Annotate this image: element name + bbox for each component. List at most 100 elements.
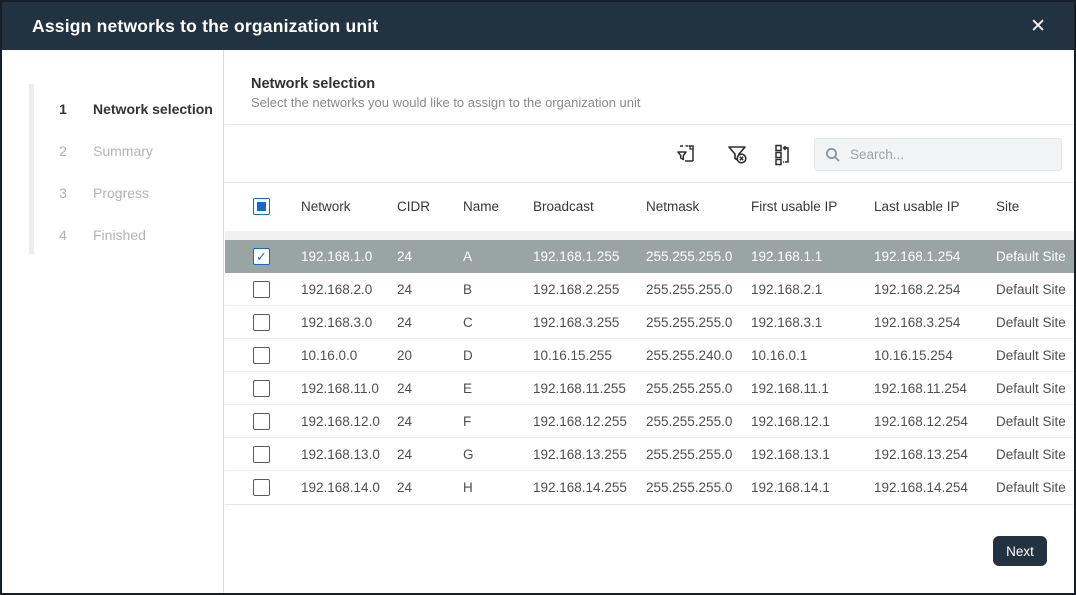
- cell-name: E: [463, 381, 533, 396]
- cell-cidr: 24: [397, 315, 463, 330]
- step-progress[interactable]: 3 Progress: [57, 182, 149, 204]
- cell-site: Default Site: [996, 480, 1074, 495]
- cell-site: Default Site: [996, 414, 1074, 429]
- column-header-first-usable-ip[interactable]: First usable IP: [751, 199, 874, 214]
- row-checkbox[interactable]: [253, 380, 270, 397]
- wizard-page-content: Network selection Select the networks yo…: [225, 50, 1074, 593]
- step-progress-track: [29, 84, 34, 254]
- cell-broadcast: 192.168.13.255: [533, 447, 646, 462]
- cell-site: Default Site: [996, 315, 1074, 330]
- cell-network: 192.168.1.0: [301, 249, 397, 264]
- cell-cidr: 24: [397, 447, 463, 462]
- page-subtitle: Select the networks you would like to as…: [251, 95, 1074, 110]
- step-number: 2: [57, 140, 69, 162]
- search-field: [814, 138, 1062, 171]
- divider: [225, 504, 1074, 505]
- column-header-network[interactable]: Network: [301, 199, 397, 214]
- table-row[interactable]: 192.168.14.0 24 H 192.168.14.255 255.255…: [225, 471, 1074, 504]
- cell-name: C: [463, 315, 533, 330]
- cell-name: A: [463, 249, 533, 264]
- row-checkbox[interactable]: [253, 347, 270, 364]
- cell-cidr: 24: [397, 249, 463, 264]
- row-checkbox[interactable]: [253, 281, 270, 298]
- search-icon: [825, 147, 841, 163]
- step-finished[interactable]: 4 Finished: [57, 224, 146, 246]
- cell-first-usable-ip: 192.168.12.1: [751, 414, 874, 429]
- step-number: 1: [57, 98, 69, 120]
- cell-name: F: [463, 414, 533, 429]
- table-row[interactable]: 192.168.12.0 24 F 192.168.12.255 255.255…: [225, 405, 1074, 438]
- cell-network: 192.168.11.0: [301, 381, 397, 396]
- cell-cidr: 20: [397, 348, 463, 363]
- clear-filter-icon[interactable]: [722, 139, 752, 169]
- row-checkbox[interactable]: [253, 248, 270, 265]
- cell-last-usable-ip: 192.168.2.254: [874, 282, 996, 297]
- step-number: 4: [57, 224, 69, 246]
- filter-document-icon[interactable]: [671, 139, 701, 169]
- cell-first-usable-ip: 192.168.14.1: [751, 480, 874, 495]
- cell-last-usable-ip: 192.168.1.254: [874, 249, 996, 264]
- cell-netmask: 255.255.255.0: [646, 315, 751, 330]
- cell-last-usable-ip: 192.168.11.254: [874, 381, 996, 396]
- row-checkbox[interactable]: [253, 446, 270, 463]
- column-header-last-usable-ip[interactable]: Last usable IP: [874, 199, 996, 214]
- cell-broadcast: 192.168.11.255: [533, 381, 646, 396]
- table-row[interactable]: 192.168.1.0 24 A 192.168.1.255 255.255.2…: [225, 240, 1074, 273]
- table-row[interactable]: 192.168.2.0 24 B 192.168.2.255 255.255.2…: [225, 273, 1074, 306]
- table-row[interactable]: 10.16.0.0 20 D 10.16.15.255 255.255.240.…: [225, 339, 1074, 372]
- cell-name: G: [463, 447, 533, 462]
- step-summary[interactable]: 2 Summary: [57, 140, 153, 162]
- page-title: Network selection: [251, 76, 1074, 92]
- step-label: Progress: [93, 182, 149, 204]
- cell-netmask: 255.255.255.0: [646, 447, 751, 462]
- cell-last-usable-ip: 192.168.3.254: [874, 315, 996, 330]
- networks-table: Network CIDR Name Broadcast Netmask Firs…: [225, 182, 1074, 505]
- cell-network: 192.168.12.0: [301, 414, 397, 429]
- column-header-cidr[interactable]: CIDR: [397, 199, 463, 214]
- cell-network: 10.16.0.0: [301, 348, 397, 363]
- row-checkbox[interactable]: [253, 413, 270, 430]
- cell-netmask: 255.255.255.0: [646, 381, 751, 396]
- cell-first-usable-ip: 192.168.3.1: [751, 315, 874, 330]
- dialog-titlebar: Assign networks to the organization unit…: [2, 2, 1074, 50]
- cell-broadcast: 192.168.14.255: [533, 480, 646, 495]
- cell-netmask: 255.255.255.0: [646, 480, 751, 495]
- cell-site: Default Site: [996, 348, 1074, 363]
- column-header-broadcast[interactable]: Broadcast: [533, 199, 646, 214]
- step-label: Finished: [93, 224, 146, 246]
- row-checkbox[interactable]: [253, 479, 270, 496]
- table-row[interactable]: 192.168.13.0 24 G 192.168.13.255 255.255…: [225, 438, 1074, 471]
- search-input[interactable]: [850, 147, 1051, 162]
- cell-cidr: 24: [397, 480, 463, 495]
- grid-toolbar: [225, 125, 1074, 182]
- column-header-name[interactable]: Name: [463, 199, 533, 214]
- cell-site: Default Site: [996, 249, 1074, 264]
- multi-select-icon[interactable]: [768, 139, 798, 169]
- cell-first-usable-ip: 192.168.2.1: [751, 282, 874, 297]
- select-all-checkbox[interactable]: [253, 198, 270, 215]
- cell-cidr: 24: [397, 282, 463, 297]
- cell-broadcast: 10.16.15.255: [533, 348, 646, 363]
- close-icon[interactable]: ✕: [1024, 13, 1052, 40]
- cell-netmask: 255.255.255.0: [646, 249, 751, 264]
- table-row[interactable]: 192.168.11.0 24 E 192.168.11.255 255.255…: [225, 372, 1074, 405]
- step-network-selection[interactable]: 1 Network selection: [57, 98, 213, 120]
- cell-first-usable-ip: 10.16.0.1: [751, 348, 874, 363]
- cell-site: Default Site: [996, 447, 1074, 462]
- header-spacer: [225, 231, 1074, 240]
- cell-broadcast: 192.168.12.255: [533, 414, 646, 429]
- cell-netmask: 255.255.255.0: [646, 414, 751, 429]
- cell-network: 192.168.2.0: [301, 282, 397, 297]
- cell-network: 192.168.3.0: [301, 315, 397, 330]
- cell-last-usable-ip: 192.168.12.254: [874, 414, 996, 429]
- table-row[interactable]: 192.168.3.0 24 C 192.168.3.255 255.255.2…: [225, 306, 1074, 339]
- cell-name: D: [463, 348, 533, 363]
- next-button[interactable]: Next: [993, 536, 1047, 566]
- wizard-steps-sidebar: 1 Network selection 2 Summary 3 Progress…: [2, 50, 224, 593]
- column-header-site[interactable]: Site: [996, 199, 1074, 214]
- row-checkbox[interactable]: [253, 314, 270, 331]
- cell-name: B: [463, 282, 533, 297]
- dialog-title: Assign networks to the organization unit: [32, 16, 378, 37]
- cell-last-usable-ip: 10.16.15.254: [874, 348, 996, 363]
- column-header-netmask[interactable]: Netmask: [646, 199, 751, 214]
